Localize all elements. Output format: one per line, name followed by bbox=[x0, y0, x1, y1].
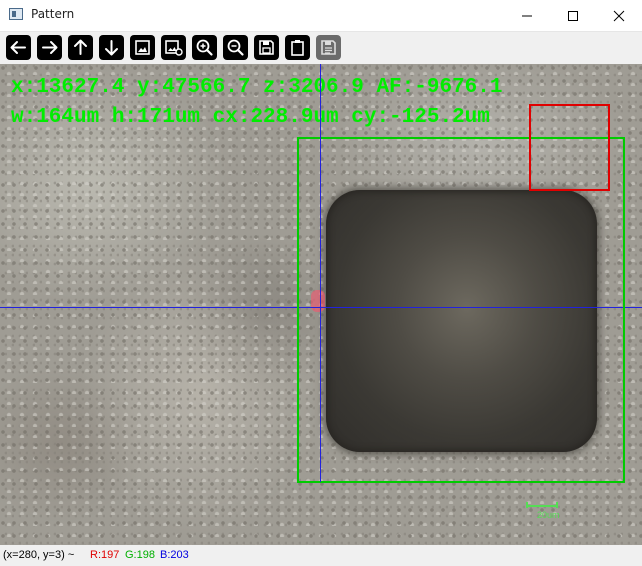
copy-button[interactable] bbox=[285, 35, 310, 60]
measurement-readout: w:164um h:171um cx:228.9um cy:-125.2um bbox=[11, 106, 490, 129]
pan-down-button[interactable] bbox=[99, 35, 124, 60]
arrow-left-icon bbox=[10, 41, 26, 54]
blue-value: B:203 bbox=[160, 549, 189, 561]
close-button[interactable] bbox=[596, 0, 642, 31]
red-value: R:197 bbox=[90, 549, 120, 561]
save-icon bbox=[259, 40, 274, 55]
crosshair-vertical bbox=[320, 64, 321, 482]
properties-button[interactable] bbox=[316, 35, 341, 60]
properties-icon bbox=[321, 40, 336, 55]
green-value: G:198 bbox=[125, 549, 155, 561]
pan-left-button[interactable] bbox=[6, 35, 31, 60]
cursor-coordinates: (x=280, y=3) ~ bbox=[3, 549, 75, 561]
image-icon bbox=[135, 40, 150, 55]
scale-bar: 20um bbox=[522, 502, 562, 522]
app-icon bbox=[9, 8, 23, 20]
toolbar bbox=[0, 32, 642, 64]
fit-image-button[interactable] bbox=[130, 35, 155, 60]
maximize-icon bbox=[568, 11, 578, 21]
image-view[interactable]: x:13627.4 y:47566.7 z:3206.9 AF:-9676.1 … bbox=[0, 64, 642, 545]
pan-right-button[interactable] bbox=[37, 35, 62, 60]
zoom-out-button[interactable] bbox=[223, 35, 248, 60]
position-readout: x:13627.4 y:47566.7 z:3206.9 AF:-9676.1 bbox=[11, 76, 503, 99]
pan-up-button[interactable] bbox=[68, 35, 93, 60]
zoom-in-button[interactable] bbox=[192, 35, 217, 60]
arrow-down-icon bbox=[105, 40, 118, 56]
clipboard-icon bbox=[291, 40, 304, 56]
maximize-button[interactable] bbox=[550, 0, 596, 31]
title-bar: Pattern bbox=[0, 0, 642, 32]
zoom-out-icon bbox=[227, 39, 244, 56]
image-settings-icon bbox=[165, 40, 183, 56]
close-icon bbox=[613, 10, 625, 22]
arrow-up-icon bbox=[74, 39, 87, 55]
zoom-in-icon bbox=[196, 39, 213, 56]
save-button[interactable] bbox=[254, 35, 279, 60]
image-settings-button[interactable] bbox=[161, 35, 186, 60]
scale-bar-label: 20um bbox=[537, 510, 560, 520]
window-title: Pattern bbox=[31, 7, 75, 21]
minimize-icon bbox=[522, 15, 532, 17]
minimize-button[interactable] bbox=[504, 0, 550, 31]
arrow-right-icon bbox=[42, 41, 58, 54]
roi-box bbox=[529, 104, 610, 191]
status-bar: (x=280, y=3) ~ R:197 G:198 B:203 bbox=[0, 545, 642, 566]
